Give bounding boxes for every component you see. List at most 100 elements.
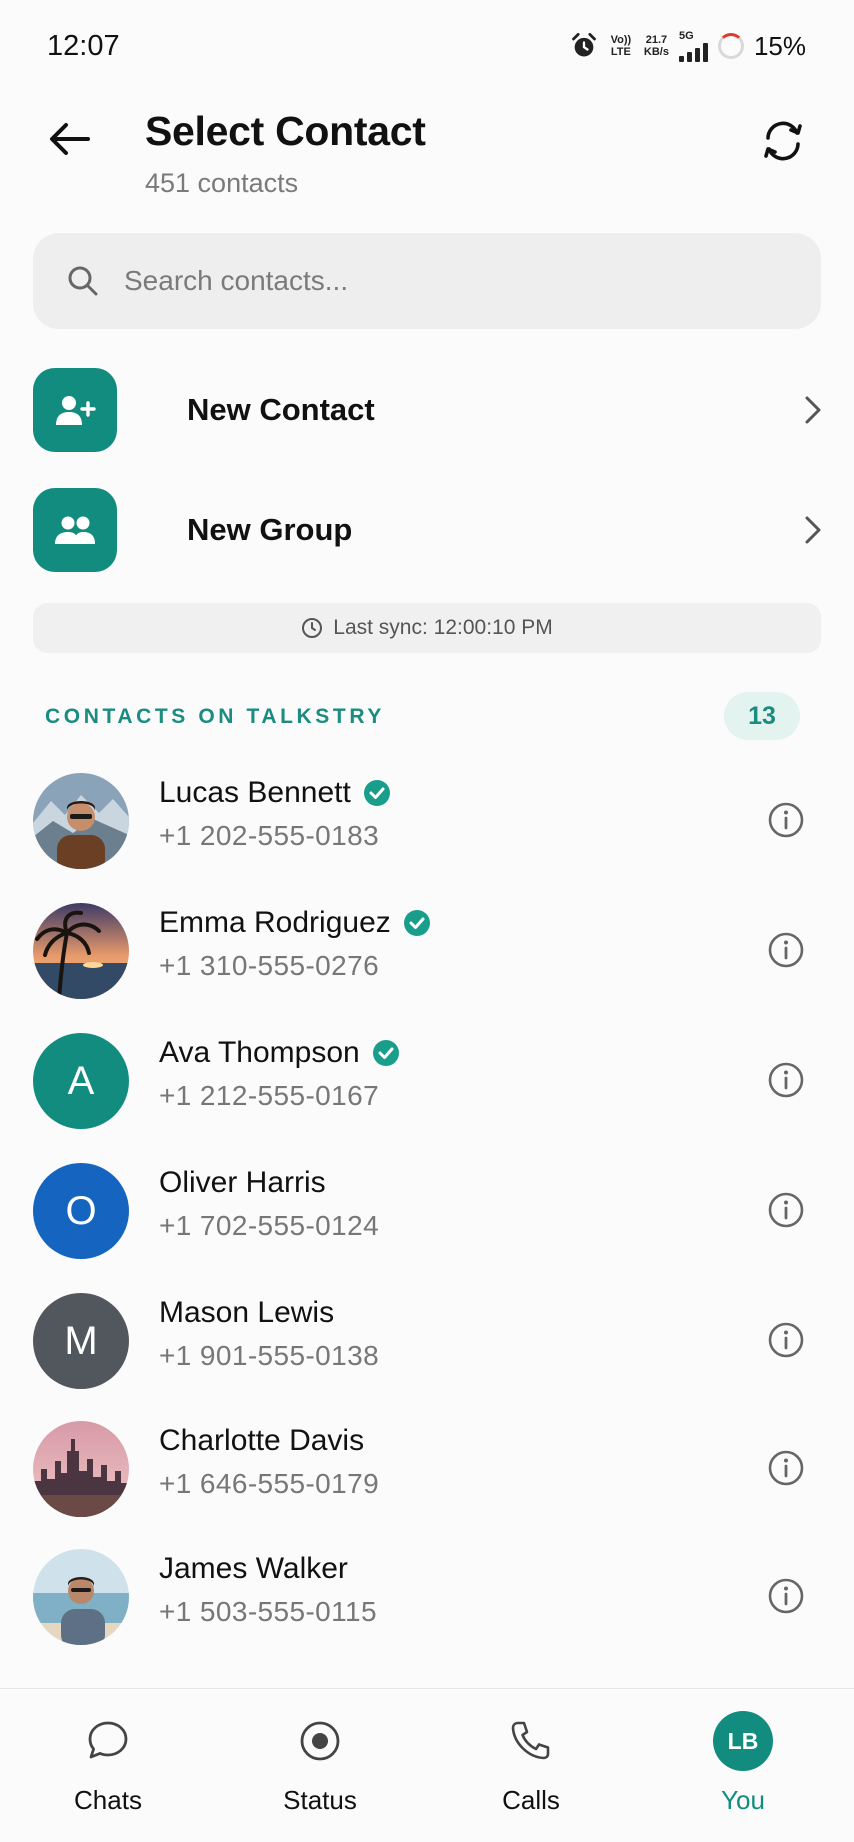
contact-phone: +1 310-555-0276 xyxy=(159,950,380,981)
verified-badge-icon xyxy=(372,1040,399,1066)
contact-name-row: James Walker xyxy=(159,1552,348,1586)
verified-badge-icon xyxy=(403,910,430,936)
nav-chats-label: Chats xyxy=(74,1785,142,1815)
avatar-photo-icon xyxy=(33,903,129,999)
info-icon xyxy=(768,1322,804,1358)
contact-phone: +1 503-555-0115 xyxy=(159,1596,377,1627)
volte-indicator: Vo)) LTE xyxy=(610,34,632,58)
avatar-photo-icon xyxy=(33,1421,129,1517)
bottom-nav: Chats Status Calls LB You xyxy=(0,1688,854,1842)
contact-row[interactable]: Charlotte Davis +1 646-555-0179 xyxy=(0,1406,854,1526)
group-icon xyxy=(55,516,95,544)
chat-bubble-icon xyxy=(88,1721,128,1759)
phone-icon xyxy=(511,1721,550,1760)
person-add-icon xyxy=(56,396,96,425)
info-icon xyxy=(768,1192,804,1228)
nav-you-icon-wrap: LB xyxy=(713,1711,773,1771)
contact-row[interactable]: Emma Rodriguez +1 310-555-0276 xyxy=(0,888,854,1008)
speed-unit: KB/s xyxy=(643,46,669,58)
contact-row[interactable]: A Ava Thompson +1 212-555-0167 xyxy=(0,1018,854,1138)
status-icon xyxy=(300,1721,340,1761)
nav-calls-label: Calls xyxy=(502,1785,560,1815)
last-sync-text: Last sync: 12:00:10 PM xyxy=(333,616,553,639)
nav-you-label: You xyxy=(721,1785,765,1815)
last-sync-banner: Last sync: 12:00:10 PM xyxy=(33,603,821,653)
contact-name-row: Charlotte Davis xyxy=(159,1424,364,1458)
contact-row[interactable]: M Mason Lewis +1 901-555-0138 xyxy=(0,1278,854,1398)
info-icon xyxy=(768,1450,804,1486)
contact-info-button[interactable] xyxy=(766,1448,806,1488)
info-icon xyxy=(768,1062,804,1098)
nav-status-icon-wrap xyxy=(298,1711,342,1771)
new-group-button[interactable]: New Group xyxy=(33,487,823,573)
contact-info-button[interactable] xyxy=(766,1576,806,1616)
contact-phone: +1 202-555-0183 xyxy=(159,820,380,851)
contacts-count: 451 contacts xyxy=(145,168,299,198)
contact-info-button[interactable] xyxy=(766,1190,806,1230)
nav-chats-icon-wrap xyxy=(85,1711,131,1771)
contact-row[interactable]: Lucas Bennett +1 202-555-0183 xyxy=(0,758,854,878)
contact-row[interactable]: James Walker +1 503-555-0115 xyxy=(0,1534,854,1654)
status-icons: Vo)) LTE 21.7 KB/s 5G 15% xyxy=(570,30,806,62)
profile-avatar: LB xyxy=(713,1711,773,1771)
new-group-tile xyxy=(33,488,117,572)
nav-calls[interactable]: Calls xyxy=(451,1711,611,1821)
avatar: O xyxy=(33,1163,129,1259)
verified-badge-icon xyxy=(363,780,390,806)
new-group-label: New Group xyxy=(187,512,353,547)
contact-name: Mason Lewis xyxy=(159,1296,335,1329)
contact-info-button[interactable] xyxy=(766,800,806,840)
search-icon xyxy=(68,266,98,296)
signal-bars-icon xyxy=(678,42,708,62)
signal-indicator: 5G xyxy=(678,30,708,62)
status-time: 12:07 xyxy=(47,30,120,62)
nav-status-label: Status xyxy=(283,1785,357,1815)
search-bar[interactable] xyxy=(33,233,821,329)
alarm-icon xyxy=(571,32,596,57)
contact-info-button[interactable] xyxy=(766,1320,806,1360)
contact-phone: +1 702-555-0124 xyxy=(159,1210,380,1241)
new-contact-label: New Contact xyxy=(187,392,375,427)
avatar xyxy=(33,1549,129,1645)
battery-level: 15% xyxy=(753,30,806,61)
back-button[interactable] xyxy=(44,118,94,160)
network-speed: 21.7 KB/s xyxy=(644,34,669,58)
contact-name: Charlotte Davis xyxy=(159,1424,365,1457)
contact-name: James Walker xyxy=(159,1552,348,1585)
avatar xyxy=(33,903,129,999)
contact-phone: +1 646-555-0179 xyxy=(159,1468,380,1499)
chevron-right-icon xyxy=(805,516,821,544)
contact-row[interactable]: O Oliver Harris +1 702-555-0124 xyxy=(0,1148,854,1268)
search-input[interactable] xyxy=(124,265,724,297)
info-icon xyxy=(768,1578,804,1614)
new-contact-button[interactable]: New Contact xyxy=(33,367,823,453)
contact-info-button[interactable] xyxy=(766,1060,806,1100)
avatar-initial: A xyxy=(67,1058,95,1103)
contact-name: Ava Thompson xyxy=(159,1036,360,1069)
battery-ring-icon xyxy=(717,33,744,59)
info-icon xyxy=(768,802,804,838)
nav-you[interactable]: LB You xyxy=(663,1711,823,1821)
section-count-badge: 13 xyxy=(724,692,800,740)
nav-calls-icon-wrap xyxy=(508,1711,554,1771)
contact-name-row: Ava Thompson xyxy=(159,1036,400,1070)
avatar-photo-icon xyxy=(33,773,129,869)
section-title: CONTACTS ON TALKSTRY xyxy=(45,705,385,728)
refresh-button[interactable] xyxy=(757,115,809,167)
contact-name: Emma Rodriguez xyxy=(159,906,391,939)
contact-info-button[interactable] xyxy=(766,930,806,970)
clock-icon xyxy=(302,618,323,638)
avatar: M xyxy=(33,1293,129,1389)
nav-status[interactable]: Status xyxy=(240,1711,400,1821)
chevron-right-icon xyxy=(805,396,821,424)
contact-name: Lucas Bennett xyxy=(159,776,351,809)
avatar xyxy=(33,1421,129,1517)
avatar-photo-icon xyxy=(33,1549,129,1645)
avatar-initial: O xyxy=(65,1188,97,1233)
status-bar: 12:07 Vo)) LTE 21.7 KB/s 5G 15% xyxy=(0,0,854,92)
avatar-initial: M xyxy=(64,1318,98,1363)
network-type: 5G xyxy=(678,30,694,42)
nav-chats[interactable]: Chats xyxy=(28,1711,188,1821)
contact-name: Oliver Harris xyxy=(159,1166,326,1199)
page-title: Select Contact xyxy=(145,108,426,154)
